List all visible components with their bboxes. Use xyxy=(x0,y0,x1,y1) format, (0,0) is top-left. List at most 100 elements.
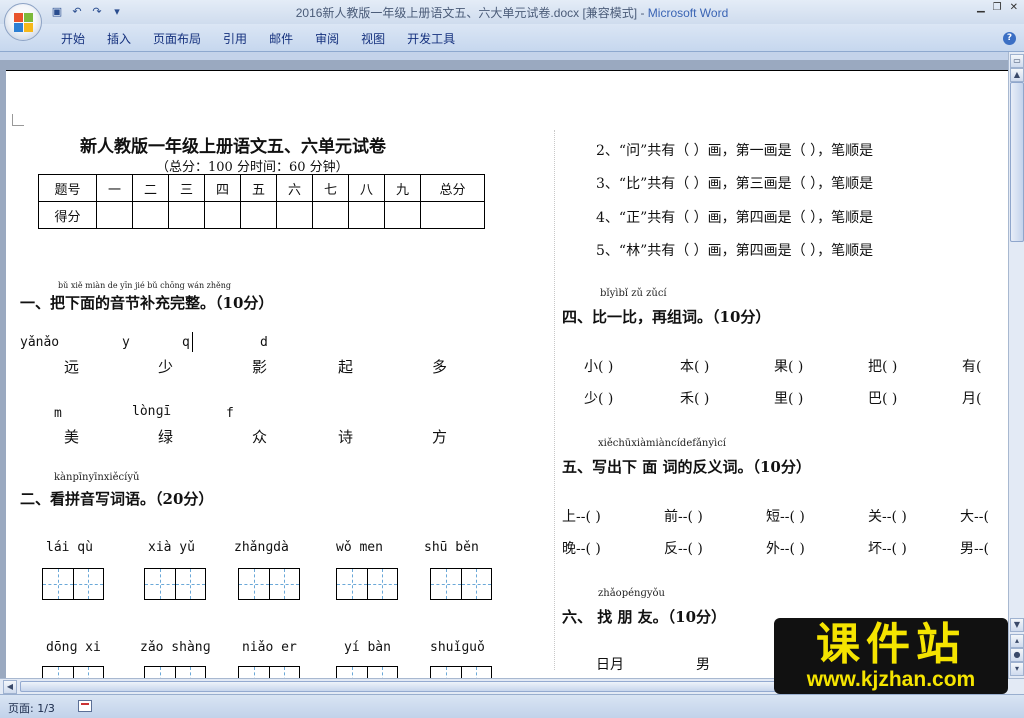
pinyin-word: zǎo shànɡ xyxy=(140,640,211,655)
table-cell: 总分 xyxy=(420,174,485,202)
character: 多 xyxy=(432,358,448,376)
table-cell: 五 xyxy=(240,174,277,202)
antonym-item: 外--( ) xyxy=(766,541,805,557)
character: 众 xyxy=(252,428,268,446)
compare-item: 月( xyxy=(962,391,982,407)
character: 绿 xyxy=(158,428,174,446)
table-cell[interactable] xyxy=(312,201,349,229)
table-cell[interactable] xyxy=(168,201,205,229)
page-top-border xyxy=(6,70,1008,71)
pinyin-word: niǎo er xyxy=(242,640,297,655)
browse-object-icon[interactable]: ● xyxy=(1010,648,1024,662)
tab-insert[interactable]: 插入 xyxy=(96,30,142,48)
watermark-logo: 课件站 www.kjzhan.com xyxy=(774,618,1008,694)
compare-item: 少( ) xyxy=(584,391,614,407)
section-1-heading: 一、把下面的音节补充完整。（10分） xyxy=(20,294,274,312)
antonym-item: 关--( ) xyxy=(868,509,907,525)
table-cell: 七 xyxy=(312,174,349,202)
compare-item: 把( ) xyxy=(868,359,898,375)
writing-grid[interactable] xyxy=(430,568,492,600)
stroke-question: 3、“比”共有（ ）画，第三画是（ ），笔顺是 xyxy=(596,176,874,192)
exam-title: 新人教版一年级上册语文五、六单元试卷 xyxy=(80,137,386,157)
compare-item: 禾( ) xyxy=(680,391,710,407)
writing-grid[interactable] xyxy=(336,568,398,600)
stroke-question: 2、“问”共有（ ）画，第一画是（ ），笔顺是 xyxy=(596,143,874,159)
writing-grid[interactable] xyxy=(144,568,206,600)
tab-page-layout[interactable]: 页面布局 xyxy=(142,30,212,48)
section-6-ruby: zhǎopénɡyǒu xyxy=(598,588,665,599)
writing-grid[interactable] xyxy=(42,666,104,678)
character: 起 xyxy=(338,358,354,376)
window-controls: ▁ ❐ ✕ xyxy=(977,2,1018,13)
pinyin-word: shuǐɡuǒ xyxy=(430,640,485,655)
table-cell[interactable] xyxy=(204,201,241,229)
column-divider xyxy=(554,130,555,670)
score-table: 题号 一 二 三 四 五 六 七 八 九 总分 得分 xyxy=(38,174,485,229)
ruler-toggle-icon[interactable]: ▭ xyxy=(1010,54,1024,68)
table-cell: 四 xyxy=(204,174,241,202)
character: 方 xyxy=(432,428,448,446)
scroll-left-icon[interactable]: ◀ xyxy=(3,680,17,694)
section-2-heading: 二、看拼音写词语。（20分） xyxy=(20,490,214,508)
table-cell[interactable] xyxy=(240,201,277,229)
compare-item: 巴( ) xyxy=(868,391,898,407)
table-cell[interactable] xyxy=(132,201,169,229)
window-title: 2016新人教版一年级上册语文五、六大单元试卷.docx [兼容模式] - Mi… xyxy=(0,4,1024,21)
table-cell: 三 xyxy=(168,174,205,202)
section-4-ruby: bǐyìbǐ zǔ zǔcí xyxy=(600,288,667,299)
proofing-icon[interactable] xyxy=(78,700,92,712)
tab-home[interactable]: 开始 xyxy=(50,30,96,48)
table-cell: 六 xyxy=(276,174,313,202)
antonym-item: 大--( xyxy=(960,509,989,525)
table-cell[interactable] xyxy=(96,201,133,229)
writing-grid[interactable] xyxy=(144,666,206,678)
stroke-question: 4、“正”共有（ ）画，第四画是（ ），笔顺是 xyxy=(596,210,874,226)
tab-references[interactable]: 引用 xyxy=(212,30,258,48)
section-4-heading: 四、比一比，再组词。（10分） xyxy=(562,308,771,326)
table-cell[interactable] xyxy=(276,201,313,229)
document-page[interactable]: 新人教版一年级上册语文五、六单元试卷 （总分：100 分时间：60 分钟） 题号… xyxy=(6,70,1008,678)
table-cell[interactable] xyxy=(348,201,385,229)
close-icon[interactable]: ✕ xyxy=(1010,2,1018,13)
pinyin-blank: d xyxy=(260,335,268,350)
help-icon[interactable]: ? xyxy=(1003,32,1016,45)
scroll-down-icon[interactable]: ▼ xyxy=(1010,618,1024,632)
pinyin-blank: y xyxy=(122,335,130,350)
section-5-heading: 五、写出下 面 词的反义词。（10分） xyxy=(562,458,811,476)
tab-developer[interactable]: 开发工具 xyxy=(396,30,466,48)
ruler-strip xyxy=(0,52,1024,60)
table-cell: 题号 xyxy=(38,174,97,202)
writing-grid[interactable] xyxy=(430,666,492,678)
tab-mailings[interactable]: 邮件 xyxy=(258,30,304,48)
antonym-item: 男--( xyxy=(960,541,989,557)
restore-icon[interactable]: ❐ xyxy=(993,2,1002,13)
pinyin-word: xià yǔ xyxy=(148,540,195,555)
vertical-scrollbar[interactable]: ▭ ▲ ▼ ▴ ● ▾ xyxy=(1008,52,1024,678)
table-row: 得分 xyxy=(38,201,485,229)
character: 少 xyxy=(158,358,174,376)
table-cell[interactable] xyxy=(384,201,421,229)
table-cell: 一 xyxy=(96,174,133,202)
compare-item: 果( ) xyxy=(774,359,804,375)
writing-grid[interactable] xyxy=(238,568,300,600)
writing-grid[interactable] xyxy=(336,666,398,678)
minimize-icon[interactable]: ▁ xyxy=(977,2,985,13)
text-cursor xyxy=(192,332,193,352)
writing-grid[interactable] xyxy=(42,568,104,600)
character: 影 xyxy=(252,358,268,376)
pinyin-word: wǒ men xyxy=(336,540,383,555)
scroll-up-icon[interactable]: ▲ xyxy=(1010,68,1024,82)
page-indicator[interactable]: 页面: 1/3 xyxy=(8,700,55,716)
scroll-thumb[interactable] xyxy=(1010,82,1024,242)
tab-review[interactable]: 审阅 xyxy=(304,30,350,48)
next-page-icon[interactable]: ▾ xyxy=(1010,662,1024,676)
stroke-question: 5、“林”共有（ ）画，第四画是（ ），笔顺是 xyxy=(596,243,874,259)
tab-view[interactable]: 视图 xyxy=(350,30,396,48)
table-cell[interactable] xyxy=(420,201,485,229)
writing-grid[interactable] xyxy=(238,666,300,678)
office-button[interactable] xyxy=(4,3,42,41)
section-5-ruby: xiěchūxiàmiàncídefǎnyìcí xyxy=(598,438,726,449)
document-area: 新人教版一年级上册语文五、六单元试卷 （总分：100 分时间：60 分钟） 题号… xyxy=(0,60,1008,678)
prev-page-icon[interactable]: ▴ xyxy=(1010,634,1024,648)
section-2-ruby: kànpīnyīnxiěcíyǔ xyxy=(54,472,140,483)
